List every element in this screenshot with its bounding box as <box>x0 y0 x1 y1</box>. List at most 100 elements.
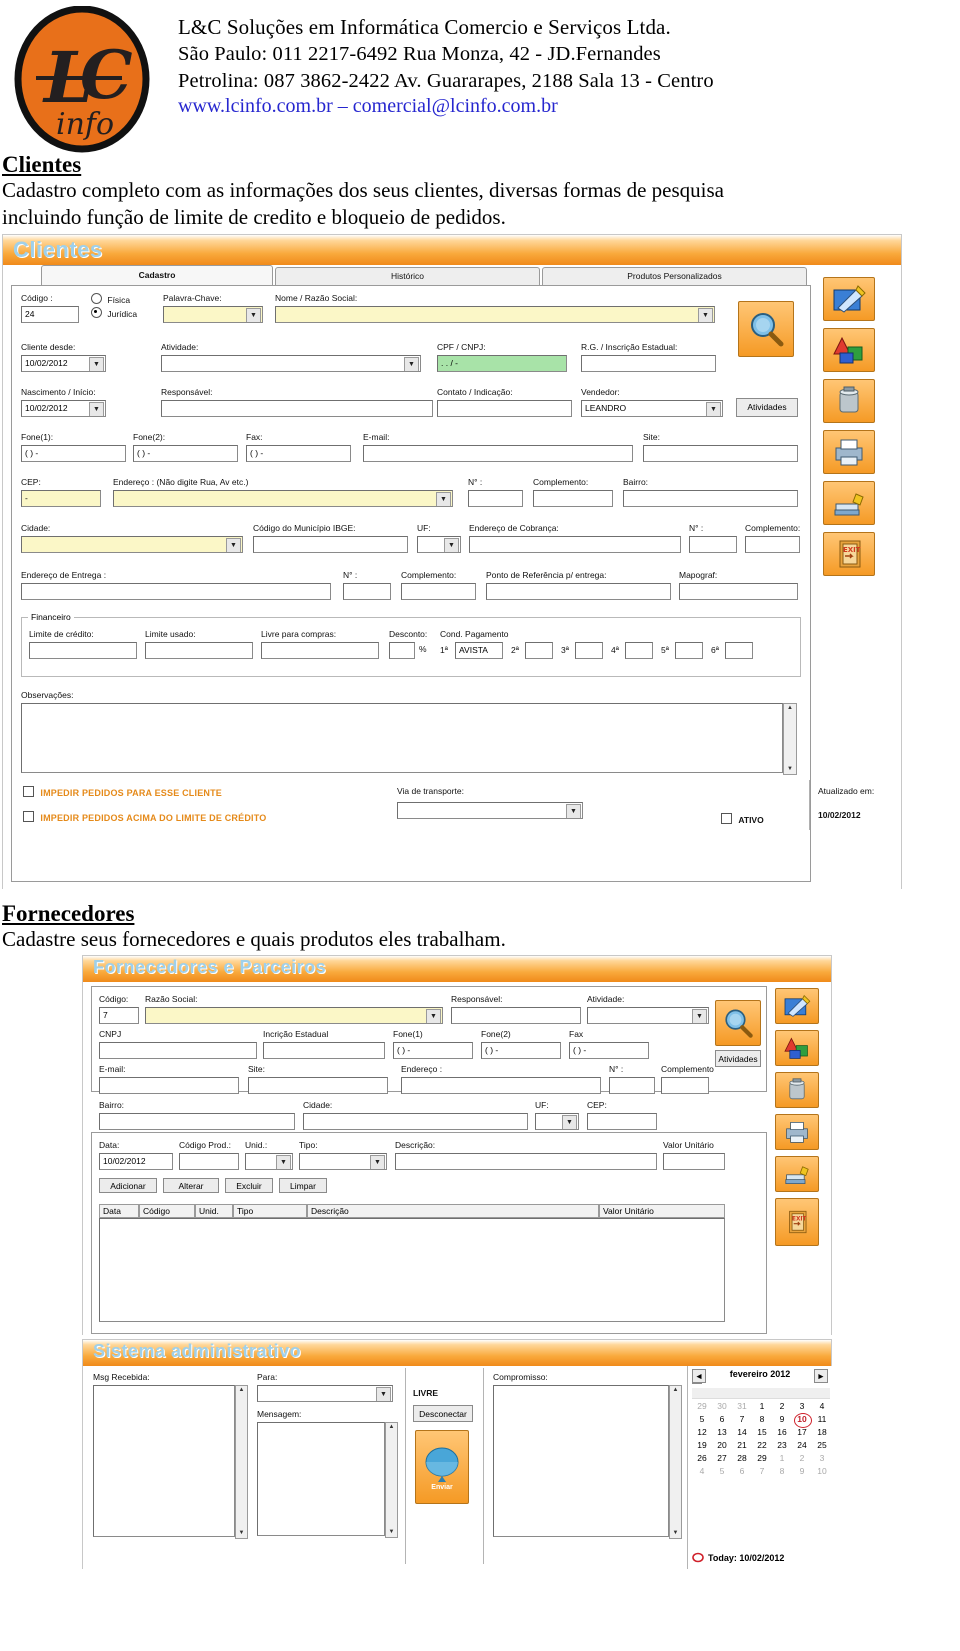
broom-clear-icon-button[interactable] <box>775 1156 819 1193</box>
input-limite-credito[interactable] <box>29 641 137 659</box>
msg-recebida-scrollbar[interactable]: ▲ ▼ <box>235 1385 248 1540</box>
input-bairro[interactable] <box>623 489 798 507</box>
input-cep[interactable] <box>587 1113 657 1131</box>
input-codigo-prod[interactable] <box>179 1153 239 1171</box>
input-cidade[interactable] <box>303 1113 528 1131</box>
calendar-prev-button[interactable]: ◄ <box>692 1369 706 1384</box>
chevron-down-icon[interactable]: ▼ <box>692 1009 707 1024</box>
observacoes-scrollbar[interactable]: ▲ ▼ <box>783 702 797 775</box>
limpar-button[interactable]: Limpar <box>279 1178 327 1194</box>
input-ibge[interactable] <box>253 535 408 553</box>
website-email-link[interactable]: www.lcinfo.com.br – comercial@lcinfo.com… <box>178 95 960 118</box>
input-fone1[interactable]: ( ) - <box>393 1042 473 1060</box>
input-livre-compras[interactable] <box>261 641 379 659</box>
chevron-down-icon[interactable]: ▼ <box>226 537 241 552</box>
input-compromisso[interactable] <box>493 1385 669 1538</box>
calendar-next-button[interactable]: ► <box>814 1369 828 1384</box>
trash-delete-icon-button[interactable] <box>775 1072 819 1109</box>
calendar-day-cell[interactable]: 21 <box>732 1439 752 1452</box>
calendar-day-cell[interactable]: 18 <box>812 1426 832 1439</box>
calendar-day-cell[interactable]: 7 <box>752 1465 772 1478</box>
grid-header-valor-unitario[interactable]: Valor Unitário <box>599 1204 725 1219</box>
calendar-day-cell[interactable]: 10 <box>812 1465 832 1478</box>
calendar-today-cell[interactable]: 10 <box>792 1413 812 1429</box>
input-via-transporte[interactable]: ▼ <box>397 801 583 819</box>
calendar-day-cell[interactable]: 27 <box>712 1452 732 1465</box>
calendar-day-cell[interactable]: 17 <box>792 1426 812 1439</box>
calendar-day-cell[interactable]: 3 <box>812 1452 832 1465</box>
magnifier-search-icon-button[interactable] <box>738 300 794 357</box>
trash-delete-icon-button[interactable] <box>823 378 875 423</box>
calendar-day-cell[interactable]: 31 <box>732 1400 752 1413</box>
chevron-down-icon[interactable]: ▼ <box>566 803 581 818</box>
calendar-day-cell[interactable]: 16 <box>772 1426 792 1439</box>
checkbox-ativo-box[interactable] <box>721 812 732 824</box>
calendar-day-cell[interactable]: 28 <box>732 1452 752 1465</box>
input-para[interactable]: ▼ <box>257 1385 393 1403</box>
scroll-down-icon[interactable]: ▼ <box>670 1529 681 1538</box>
input-numero[interactable] <box>468 489 523 507</box>
input-numero-cobranca[interactable] <box>689 535 737 553</box>
calendar-day-cell[interactable]: 8 <box>752 1413 772 1426</box>
input-parcela-3[interactable] <box>575 641 603 659</box>
calendar-day-cell[interactable]: 19 <box>692 1439 712 1452</box>
calendar-day-cell[interactable]: 9 <box>772 1413 792 1426</box>
calendar-today-row[interactable]: Today: 10/02/2012 <box>692 1552 784 1563</box>
calendar-day-cell[interactable]: 20 <box>712 1439 732 1452</box>
calendar-day-cell[interactable]: 5 <box>712 1465 732 1478</box>
calendar-day-cell[interactable]: 4 <box>812 1400 832 1413</box>
calendar-day-cell[interactable]: 29 <box>752 1452 772 1465</box>
input-endereco[interactable] <box>401 1077 601 1095</box>
input-atividade[interactable]: ▼ <box>587 1007 709 1025</box>
input-nome-razao[interactable]: ▼ <box>275 305 715 323</box>
radio-juridica[interactable]: Jurídica <box>91 306 137 319</box>
input-parcela-4[interactable] <box>625 641 653 659</box>
grid-header-descricao[interactable]: Descrição <box>307 1204 599 1219</box>
input-numero[interactable] <box>609 1077 655 1095</box>
calendar-day-cell[interactable]: 14 <box>732 1426 752 1439</box>
pen-edit-icon-button[interactable] <box>775 988 819 1025</box>
calendar-day-cell[interactable]: 5 <box>692 1413 712 1426</box>
tab-cadastro[interactable]: Cadastro <box>41 264 273 285</box>
input-razao-social[interactable]: ▼ <box>145 1007 443 1025</box>
enviar-balloon-icon-button[interactable]: Enviar <box>415 1430 469 1505</box>
input-bairro[interactable] <box>99 1113 295 1131</box>
input-atividade[interactable]: ▼ <box>161 354 421 372</box>
input-parcela-6[interactable] <box>725 641 753 659</box>
radio-fisica[interactable]: Física <box>91 292 130 305</box>
checkbox-impedir-limite-box[interactable] <box>23 810 34 822</box>
atividades-button[interactable]: Atividades <box>736 397 798 417</box>
chevron-down-icon[interactable]: ▼ <box>562 1115 577 1130</box>
calendar-day-cell[interactable]: 30 <box>712 1400 732 1413</box>
desconectar-button[interactable]: Desconectar <box>413 1405 473 1423</box>
input-unid[interactable]: ▼ <box>245 1153 293 1171</box>
chevron-down-icon[interactable]: ▼ <box>444 537 459 552</box>
calendar-day-cell[interactable]: 8 <box>772 1465 792 1478</box>
chevron-down-icon[interactable]: ▼ <box>89 356 104 371</box>
radio-juridica-dot[interactable] <box>91 306 102 318</box>
input-fax[interactable]: ( ) - <box>246 444 351 462</box>
compromisso-scrollbar[interactable]: ▲ ▼ <box>669 1385 682 1540</box>
chevron-down-icon[interactable]: ▼ <box>426 1009 441 1024</box>
checkbox-impedir-pedidos[interactable]: IMPEDIR PEDIDOS PARA ESSE CLIENTE <box>23 785 222 798</box>
calendar-day-cell[interactable]: 25 <box>812 1439 832 1452</box>
input-responsavel[interactable] <box>451 1007 581 1025</box>
calendar-day-cell[interactable]: 7 <box>732 1413 752 1426</box>
magnifier-search-icon-button[interactable] <box>715 1000 761 1047</box>
checkbox-impedir-limite[interactable]: IMPEDIR PEDIDOS ACIMA DO LIMITE DE CRÉDI… <box>23 810 266 823</box>
input-cpf-cnpj[interactable]: . . / - <box>437 354 567 372</box>
input-uf[interactable]: ▼ <box>417 535 461 553</box>
chevron-down-icon[interactable]: ▼ <box>376 1387 391 1402</box>
calendar-day-cell[interactable]: 3 <box>792 1400 812 1413</box>
input-uf[interactable]: ▼ <box>535 1113 579 1131</box>
calendar-day-cell[interactable]: 24 <box>792 1439 812 1452</box>
calendar-day-cell[interactable]: 23 <box>772 1439 792 1452</box>
input-mensagem[interactable] <box>257 1422 385 1537</box>
chevron-down-icon[interactable]: ▼ <box>89 401 104 416</box>
input-endereco[interactable]: ▼ <box>113 489 453 507</box>
calendar-day-cell[interactable]: 13 <box>712 1426 732 1439</box>
input-complemento-cobranca[interactable] <box>745 535 800 553</box>
calendar-day-cell[interactable]: 2 <box>772 1400 792 1413</box>
input-fone2[interactable]: ( ) - <box>481 1042 561 1060</box>
grid-header-tipo[interactable]: Tipo <box>233 1204 307 1219</box>
